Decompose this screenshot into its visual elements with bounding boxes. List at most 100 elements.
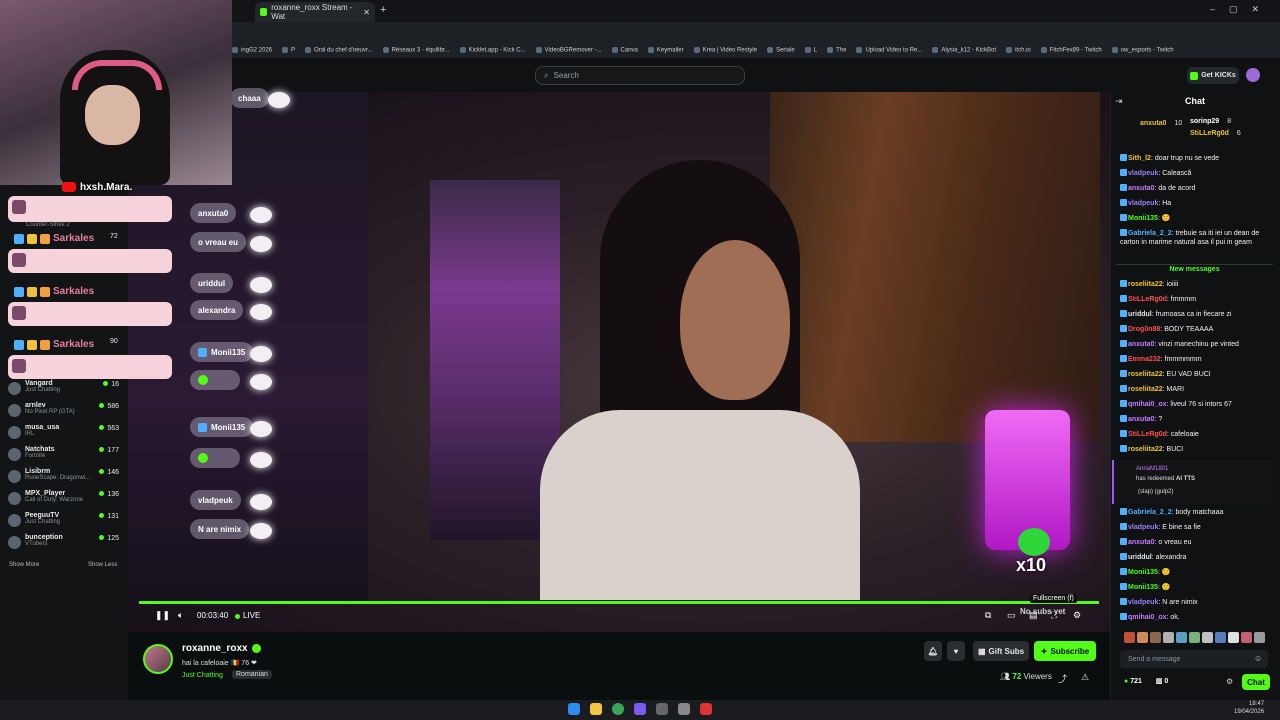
chat-username[interactable]: Drog0n88: [1128, 326, 1160, 333]
emote-icon[interactable]: [1176, 632, 1187, 643]
sidebar-channel[interactable]: PeeguuTV Just Chatting 131: [8, 512, 123, 534]
bookmark-item[interactable]: Oral du chef d'oeuvr...: [305, 47, 373, 53]
bookmark-item[interactable]: itch.io: [1006, 47, 1031, 53]
user-avatar[interactable]: [1246, 68, 1260, 82]
chat-username[interactable]: Gabriela_2_2: [1128, 230, 1172, 237]
bookmark-item[interactable]: L: [805, 47, 817, 53]
chat-username[interactable]: qmihai0_ox: [1128, 614, 1167, 621]
show-more-link[interactable]: Show More: [9, 562, 39, 568]
pip-icon[interactable]: ⧉: [985, 610, 991, 621]
chat-settings-icon[interactable]: ⚙: [1226, 677, 1233, 686]
bookmark-item[interactable]: Krea | Video Restyle: [694, 47, 757, 53]
sidebar-channel[interactable]: Natchats Fortnite 177: [8, 446, 123, 468]
streamer-avatar[interactable]: [143, 644, 173, 674]
close-tab-icon[interactable]: ✕: [363, 8, 370, 17]
emote-icon[interactable]: [1202, 632, 1213, 643]
browser-tab-active[interactable]: roxanne_roxx Stream - Wat ✕: [255, 2, 375, 22]
chat-username[interactable]: qmihai0_ox: [1128, 401, 1167, 408]
follow-heart-button[interactable]: ♥: [947, 641, 965, 661]
share-icon[interactable]: ⤴: [1058, 672, 1067, 685]
report-icon[interactable]: ⚠: [1081, 672, 1089, 683]
volume-icon[interactable]: 🔈︎: [178, 610, 183, 621]
chat-username[interactable]: Monii135: [1128, 584, 1158, 591]
new-tab-button[interactable]: +: [380, 4, 386, 16]
pinned-leader[interactable]: StiLLeRg0d 6: [1190, 130, 1241, 137]
bookmark-item[interactable]: The: [827, 47, 846, 53]
emote-icon[interactable]: [1124, 632, 1135, 643]
get-kicks-button[interactable]: Get KICKs: [1187, 67, 1239, 84]
chat-username[interactable]: roseliita22: [1128, 371, 1163, 378]
chat-username[interactable]: vladpeuk: [1128, 599, 1158, 606]
bookmark-item[interactable]: Seriale: [767, 47, 795, 53]
emote-icon[interactable]: [1254, 632, 1265, 643]
channel-points[interactable]: ● 721 ▥ 0: [1124, 677, 1168, 685]
bookmark-item[interactable]: Kicklet.app - Kick C...: [460, 47, 526, 53]
chat-username[interactable]: Monii135: [1128, 569, 1158, 576]
gift-subs-button[interactable]: ▦ Gift Subs: [973, 641, 1029, 661]
search-input[interactable]: ⌕ Search: [535, 66, 745, 85]
bookmark-item[interactable]: Alysia_k12 - KickBot: [932, 47, 996, 53]
chat-username[interactable]: vladpeuk: [1128, 200, 1158, 207]
chat-username[interactable]: roseliita22: [1128, 446, 1163, 453]
chat-username[interactable]: Gabriela_2_2: [1128, 509, 1172, 516]
start-icon[interactable]: [568, 703, 580, 715]
pinned-leader[interactable]: anxuta0 10: [1140, 120, 1182, 127]
send-chat-button[interactable]: Chat: [1242, 674, 1270, 690]
emote-icon[interactable]: [1150, 632, 1161, 643]
bookmark-item[interactable]: FitchFex89 - Twitch: [1041, 47, 1102, 53]
pin-app-icon[interactable]: [700, 703, 712, 715]
chat-username[interactable]: StiLLeRg0d: [1128, 431, 1167, 438]
sidebar-channel[interactable]: Lisibrm RuneScape: Dragonwi... 146: [8, 468, 123, 490]
discord-icon[interactable]: [634, 703, 646, 715]
chat-username[interactable]: roseliita22: [1128, 386, 1163, 393]
emote-icon[interactable]: [1163, 632, 1174, 643]
bookmark-item[interactable]: ow_esports - Twitch: [1112, 47, 1174, 53]
bookmark-item[interactable]: Keymailer: [648, 47, 684, 53]
chat-username[interactable]: anxuta0: [1128, 341, 1154, 348]
emote-icon[interactable]: [1241, 632, 1252, 643]
chat-username[interactable]: StiLLeRg0d: [1128, 296, 1167, 303]
sidebar-channel[interactable]: bunception VTubers 125: [8, 534, 123, 556]
pinned-leader[interactable]: sorinp29 8: [1190, 118, 1231, 125]
chat-username[interactable]: uriddul: [1128, 554, 1152, 561]
bookmark-item[interactable]: Canva: [612, 47, 638, 53]
chat-username[interactable]: Emma232: [1128, 356, 1161, 363]
settings-app-icon[interactable]: [678, 703, 690, 715]
stream-category[interactable]: Just Chatting: [182, 672, 223, 679]
bookmark-item[interactable]: ingG2 2026: [232, 47, 272, 53]
bookmark-item[interactable]: Réseaux 3 - équilibr...: [383, 47, 450, 53]
chat-username[interactable]: uriddul: [1128, 311, 1152, 318]
notification-bell-button[interactable]: 🔔︎: [924, 641, 942, 661]
chat-username[interactable]: vladpeuk: [1128, 170, 1158, 177]
show-less-link[interactable]: Show Less: [88, 562, 117, 568]
sidebar-channel[interactable]: Vangard Just Chatting 16: [8, 380, 123, 402]
stream-language-tag[interactable]: Romanian: [232, 670, 272, 679]
chat-username[interactable]: Sith_l2: [1128, 155, 1151, 162]
chat-username[interactable]: anxuta0: [1128, 185, 1154, 192]
sidebar-channel[interactable]: arnlev No Pixel RP (GTA) 586: [8, 402, 123, 424]
settings-gear-icon[interactable]: ⚙: [1073, 610, 1081, 621]
sidebar-channel[interactable]: musa_usa IRL 563: [8, 424, 123, 446]
subscribe-button[interactable]: ✦ Subscribe: [1034, 641, 1096, 661]
streamer-name[interactable]: roxanne_roxx: [182, 643, 261, 654]
bookmark-item[interactable]: VideoBGRemover -...: [536, 47, 602, 53]
chat-username[interactable]: anxuta0: [1128, 416, 1154, 423]
emote-picker-icon[interactable]: ☺: [1254, 654, 1262, 663]
emote-icon[interactable]: [1137, 632, 1148, 643]
bookmark-item[interactable]: Upload Video to Re...: [856, 47, 922, 53]
chat-message-input[interactable]: Send a message: [1120, 650, 1268, 668]
chrome-icon[interactable]: [612, 703, 624, 715]
file-explorer-icon[interactable]: [590, 703, 602, 715]
clip-icon[interactable]: ▭: [1007, 610, 1016, 621]
chat-username[interactable]: Monii135: [1128, 215, 1158, 222]
chat-username[interactable]: anxuta0: [1128, 539, 1154, 546]
chat-username[interactable]: roseliita22: [1128, 281, 1163, 288]
emote-icon[interactable]: [1228, 632, 1239, 643]
window-controls[interactable]: –▢✕: [1210, 4, 1273, 15]
pause-icon[interactable]: ❚❚: [155, 610, 170, 621]
obs-icon[interactable]: [656, 703, 668, 715]
bookmark-item[interactable]: P: [282, 47, 295, 53]
sidebar-channel[interactable]: MPX_Player Call of Duty: Warzone 136: [8, 490, 123, 512]
emote-icon[interactable]: [1189, 632, 1200, 643]
chat-username[interactable]: vladpeuk: [1128, 524, 1158, 531]
